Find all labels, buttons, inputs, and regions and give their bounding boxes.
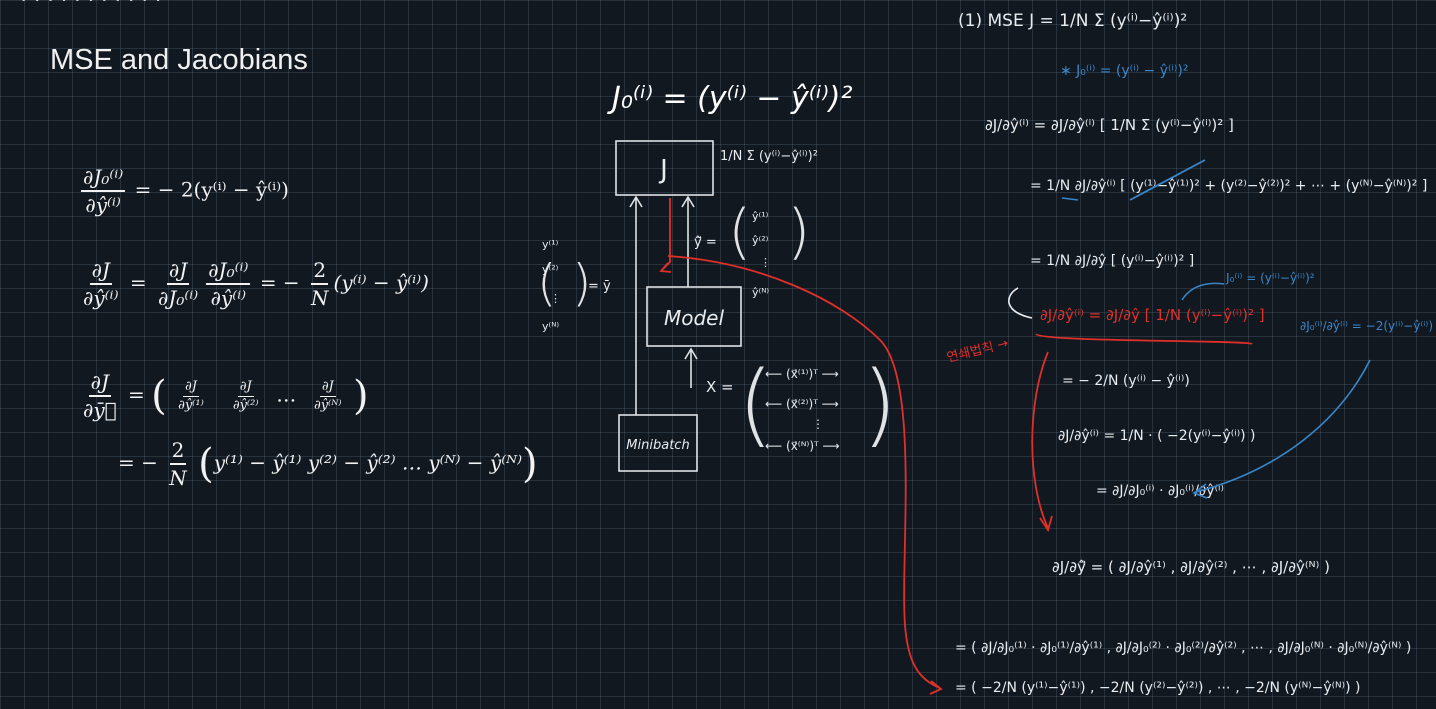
note-blue-1: J₀⁽ⁱ⁾ = (y⁽ⁱ⁾−ŷ⁽ⁱ⁾)² [1225, 271, 1315, 285]
blue-arrow-icon [1181, 282, 1225, 301]
note-line-10: ∂J/∂ŷ⃗ = ( ∂J/∂ŷ⁽¹⁾ , ∂J/∂ŷ⁽²⁾ , ⋯ , ∂J/… [1052, 558, 1330, 576]
note-line-8: ∂J/∂ŷ⁽ⁱ⁾ = 1/N · ( −2(y⁽ⁱ⁾−ŷ⁽ⁱ⁾) ) [1058, 428, 1256, 444]
underline-mark [1061, 197, 1079, 201]
curved-arrow-icon [1008, 287, 1033, 319]
note-line-4: = 1/N ∂J/∂ŷ⁽ⁱ⁾ [ (y⁽¹⁾−ŷ⁽¹⁾)² + (y⁽²⁾−ŷ⁽… [1030, 178, 1427, 194]
note-line-6-red: ∂J/∂ŷ⁽ⁱ⁾ = ∂J/∂ŷ [ 1/N (y⁽ⁱ⁾−ŷ⁽ⁱ⁾)² ] [1040, 306, 1265, 324]
red-underline [1035, 333, 1253, 345]
chain-rule-note-red: 연쇄법칙 → [945, 336, 1010, 366]
blue-long-arrow [1195, 359, 1371, 493]
note-line-3: ∂J/∂ŷ⁽ⁱ⁾ = ∂J/∂ŷ⁽ⁱ⁾ [ 1/N Σ (y⁽ⁱ⁾−ŷ⁽ⁱ⁾)²… [985, 116, 1234, 134]
note-line-1: (1) MSE J = 1/N Σ (y⁽ⁱ⁾−ŷ⁽ⁱ⁾)² [958, 11, 1187, 31]
note-line-2-blue: ∗ J₀⁽ⁱ⁾ = (y⁽ⁱ⁾ − ŷ⁽ⁱ⁾)² [1060, 63, 1188, 79]
note-line-12: = ( −2/N (y⁽¹⁾−ŷ⁽¹⁾) , −2/N (y⁽²⁾−ŷ⁽²⁾) … [955, 680, 1360, 696]
note-line-5: = 1/N ∂J/∂ŷ [ (y⁽ⁱ⁾−ŷ⁽ⁱ⁾)² ] [1030, 253, 1194, 269]
red-arrow-down [1031, 351, 1049, 529]
note-blue-2: ∂J₀⁽ⁱ⁾/∂ŷ⁽ⁱ⁾ = −2(y⁽ⁱ⁾−ŷ⁽ⁱ⁾) [1300, 319, 1433, 333]
note-line-7: = − 2/N (y⁽ⁱ⁾ − ŷ⁽ⁱ⁾) [1062, 373, 1190, 389]
handwritten-notes: (1) MSE J = 1/N Σ (y⁽ⁱ⁾−ŷ⁽ⁱ⁾)² ∗ J₀⁽ⁱ⁾ =… [945, 11, 1433, 696]
note-line-11: = ( ∂J/∂J₀⁽¹⁾ · ∂J₀⁽¹⁾/∂ŷ⁽¹⁾ , ∂J/∂J₀⁽²⁾… [955, 640, 1411, 656]
